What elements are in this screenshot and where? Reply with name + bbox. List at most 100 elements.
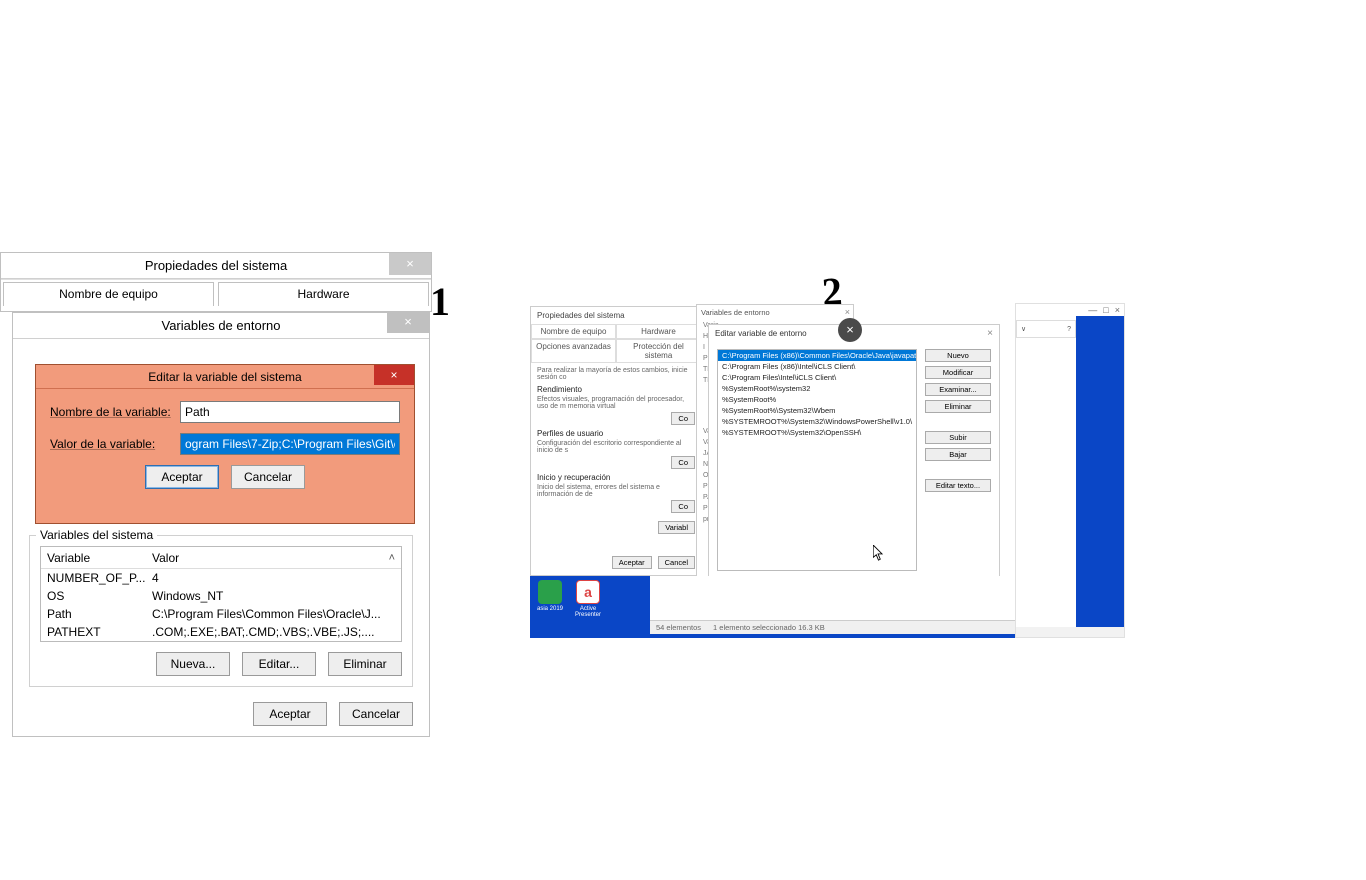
tab-hardware[interactable]: Hardware — [616, 324, 701, 338]
window-controls: — □ × — [1016, 304, 1124, 316]
list-item[interactable]: %SYSTEMROOT%\System32\WindowsPowerShell\… — [718, 416, 916, 427]
tabs-row: Nombre de equipo Hardware — [1, 279, 431, 306]
cancel-button[interactable]: Cancelar — [339, 702, 413, 726]
ok-button[interactable]: Aceptar — [145, 465, 219, 489]
env-vars-button[interactable]: Variabl — [658, 521, 695, 534]
annotation-label-1: 1 — [430, 278, 450, 325]
close-icon[interactable]: × — [387, 311, 429, 333]
cell-variable: OS — [41, 589, 146, 603]
title-text: Propiedades del sistema — [531, 307, 701, 324]
titlebar-env-vars[interactable]: Variables de entorno × — [13, 313, 429, 339]
cell-value: .COM;.EXE;.BAT;.CMD;.VBS;.VBE;.JS;.... — [146, 625, 401, 639]
browse-button[interactable]: Examinar... — [925, 383, 991, 396]
icon-label: asia 2019 — [534, 606, 566, 612]
config-button[interactable]: Co — [671, 456, 695, 469]
desktop-icon[interactable]: asia 2019 — [534, 580, 566, 612]
column-header-variable[interactable]: Variable — [41, 551, 146, 565]
close-badge-icon[interactable]: × — [838, 318, 862, 342]
window-system-properties-small: Propiedades del sistema Nombre de equipo… — [530, 306, 702, 576]
edit-button[interactable]: Editar... — [242, 652, 316, 676]
window-environment-variables: Variables de entorno × Editar la variabl… — [12, 312, 430, 737]
text-startup-recovery: Inicio del sistema, errores del sistema … — [537, 484, 695, 498]
ok-button[interactable]: Aceptar — [253, 702, 327, 726]
app-icon: a — [576, 580, 600, 604]
cell-variable: PATHEXT — [41, 625, 146, 639]
close-icon[interactable]: × — [374, 365, 414, 385]
group-title: Variables del sistema — [36, 528, 157, 542]
close-icon[interactable]: × — [987, 328, 993, 339]
config-button[interactable]: Co — [671, 412, 695, 425]
close-icon[interactable]: × — [1115, 305, 1120, 315]
down-button[interactable]: Bajar — [925, 448, 991, 461]
titlebar-system-properties[interactable]: Propiedades del sistema × — [1, 253, 431, 279]
text-user-profiles: Configuración del escritorio correspondi… — [537, 440, 695, 454]
new-button[interactable]: Nueva... — [156, 652, 230, 676]
cell-value: Windows_NT — [146, 589, 401, 603]
close-icon[interactable]: × — [845, 307, 850, 317]
cancel-button[interactable]: Cancelar — [231, 465, 305, 489]
maximize-icon[interactable]: □ — [1103, 305, 1108, 315]
dialog-edit-env-variable: Editar variable de entorno × C:\Program … — [708, 324, 1000, 604]
label-variable-value: Valor de la variable: — [50, 437, 180, 451]
help-icon[interactable]: ? — [1067, 326, 1071, 333]
title-text: Editar variable de entorno — [715, 329, 807, 338]
minimize-icon[interactable]: — — [1088, 305, 1097, 315]
tab-advanced-options[interactable]: Opciones avanzadas — [531, 339, 616, 362]
group-system-variables: Variables del sistema Variable Valor ˄ N… — [29, 535, 413, 687]
heading-user-profiles: Perfiles de usuario — [537, 429, 695, 438]
icon-label: Active Presenter — [572, 606, 604, 618]
delete-button[interactable]: Eliminar — [328, 652, 402, 676]
modify-button[interactable]: Modificar — [925, 366, 991, 379]
desktop-icon[interactable]: a Active Presenter — [572, 580, 604, 618]
list-item[interactable]: C:\Program Files (x86)\Intel\iCLS Client… — [718, 361, 916, 372]
explorer-content — [1016, 340, 1076, 627]
table-row[interactable]: Path C:\Program Files\Common Files\Oracl… — [41, 605, 401, 623]
close-icon[interactable]: × — [389, 253, 431, 275]
input-variable-name[interactable] — [180, 401, 400, 423]
table-system-variables[interactable]: Variable Valor ˄ NUMBER_OF_P... 4 OS Win… — [40, 546, 402, 642]
list-item[interactable]: C:\Program Files (x86)\Common Files\Orac… — [718, 350, 916, 361]
list-item[interactable]: %SystemRoot%\System32\Wbem — [718, 405, 916, 416]
titlebar-edit-variable[interactable]: Editar la variable del sistema × — [36, 365, 414, 389]
title-label: Variables de entorno — [701, 308, 770, 317]
table-row[interactable]: OS Windows_NT — [41, 587, 401, 605]
label-variable-name: Nombre de la variable: — [50, 405, 180, 419]
text-warning: Para realizar la mayoría de estos cambio… — [537, 367, 695, 381]
tab-computer-name[interactable]: Nombre de equipo — [3, 282, 214, 306]
status-selection: 1 elemento seleccionado 16.3 KB — [713, 623, 825, 632]
cell-value: C:\Program Files\Common Files\Oracle\J..… — [146, 607, 401, 621]
cell-value: 4 — [146, 571, 401, 585]
list-item[interactable]: %SystemRoot%\system32 — [718, 383, 916, 394]
title-text: Editar la variable del sistema — [148, 370, 301, 384]
delete-button[interactable]: Eliminar — [925, 400, 991, 413]
list-item[interactable]: %SYSTEMROOT%\System32\OpenSSH\ — [718, 427, 916, 438]
new-button[interactable]: Nuevo — [925, 349, 991, 362]
desktop-blue-area — [1076, 316, 1124, 627]
status-item-count: 54 elementos — [656, 623, 701, 632]
scroll-up-icon[interactable]: ˄ — [389, 552, 395, 564]
table-row[interactable]: PATHEXT .COM;.EXE;.BAT;.CMD;.VBS;.VBE;.J… — [41, 623, 401, 641]
tab-hardware[interactable]: Hardware — [218, 282, 429, 306]
tab-computer-name[interactable]: Nombre de equipo — [531, 324, 616, 338]
list-item[interactable]: C:\Program Files\Intel\iCLS Client\ — [718, 372, 916, 383]
path-list[interactable]: C:\Program Files (x86)\Common Files\Orac… — [717, 349, 917, 571]
cancel-button[interactable]: Cancel — [658, 556, 695, 569]
up-button[interactable]: Subir — [925, 431, 991, 444]
status-bar-fragment — [1016, 627, 1124, 637]
cell-variable: NUMBER_OF_P... — [41, 571, 146, 585]
cell-variable: Path — [41, 607, 146, 621]
dialog-edit-system-variable: Editar la variable del sistema × Nombre … — [35, 364, 415, 524]
column-header-value[interactable]: Valor — [146, 551, 401, 565]
ok-button[interactable]: Aceptar — [612, 556, 652, 569]
edit-text-button[interactable]: Editar texto... — [925, 479, 991, 492]
input-variable-value[interactable] — [180, 433, 400, 455]
tab-system-protection[interactable]: Protección del sistema — [616, 339, 701, 362]
explorer-toolbar: ∨ ? — [1016, 320, 1076, 338]
heading-startup-recovery: Inicio y recuperación — [537, 473, 695, 482]
title-text: Variables de entorno × — [697, 305, 853, 320]
explorer-status-bar: 54 elementos 1 elemento seleccionado 16.… — [650, 620, 1061, 634]
list-item[interactable]: %SystemRoot% — [718, 394, 916, 405]
config-button[interactable]: Co — [671, 500, 695, 513]
table-row[interactable]: NUMBER_OF_P... 4 — [41, 569, 401, 587]
desktop-right-fragment: — □ × ∨ ? — [1015, 303, 1125, 638]
